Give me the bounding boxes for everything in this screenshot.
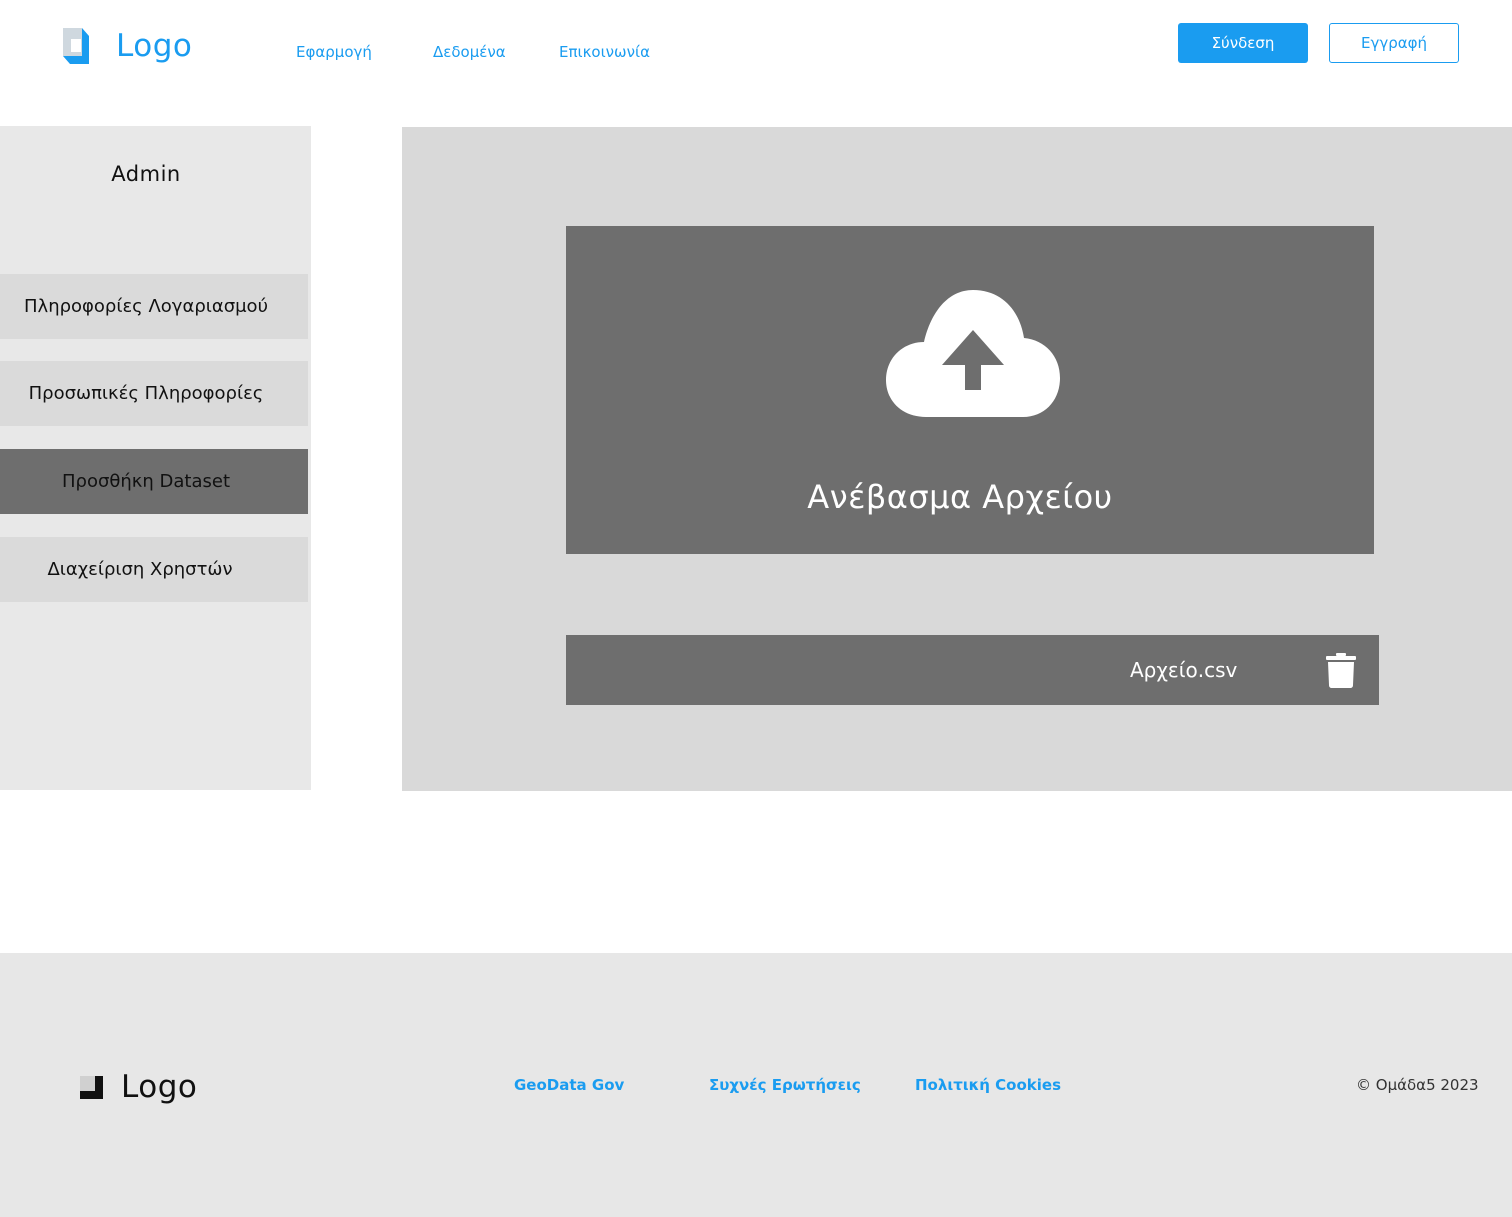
sidebar-item-account-info[interactable]: Πληροφορίες Λογαριασμού [0,274,308,339]
sidebar-item-add-dataset[interactable]: Προσθήκη Dataset [0,449,308,514]
sidebar-item-label: Προσθήκη Dataset [61,471,231,492]
main-panel: Ανέβασμα Αρχείου Αρχείο.csv [402,127,1512,791]
sidebar-item-label: Προσωπικές Πληροφορίες [28,383,264,404]
trash-icon[interactable] [1326,653,1356,688]
file-row: Αρχείο.csv [566,635,1379,705]
footer-link-cookies-policy[interactable]: Πολιτική Cookies [915,1076,1061,1094]
logo-text[interactable]: Logo [116,28,192,64]
nav-link-application[interactable]: Εφαρμογή [296,43,372,61]
sidebar-item-label: Διαχείριση Χρηστών [47,559,233,580]
nav-link-data[interactable]: Δεδομένα [433,43,506,61]
footer-logo-icon[interactable] [80,1076,103,1099]
upload-label: Ανέβασμα Αρχείου [807,478,1113,516]
sidebar: Admin Πληροφορίες Λογαριασμού Προσωπικές… [0,126,311,790]
sidebar-item-label: Πληροφορίες Λογαριασμού [24,296,268,317]
footer-link-faq[interactable]: Συχνές Ερωτήσεις [709,1076,861,1094]
footer-link-geodata-gov[interactable]: GeoData Gov [514,1076,624,1094]
register-button[interactable]: Εγγραφή [1329,23,1459,63]
footer: Logo GeoData Gov Συχνές Ερωτήσεις Πολιτι… [0,953,1512,1217]
footer-logo-text[interactable]: Logo [121,1069,197,1105]
logo-icon[interactable] [62,27,90,65]
nav-link-contact[interactable]: Επικοινωνία [559,43,650,61]
copyright: © Ομάδα5 2023 [1356,1076,1479,1094]
sidebar-item-user-management[interactable]: Διαχείριση Χρηστών [0,537,308,602]
cloud-upload-icon [886,290,1060,417]
upload-dropzone[interactable]: Ανέβασμα Αρχείου [566,226,1374,554]
sidebar-item-personal-info[interactable]: Προσωπικές Πληροφορίες [0,361,308,426]
sidebar-title: Admin [111,162,181,186]
file-name: Αρχείο.csv [1130,658,1238,682]
login-button[interactable]: Σύνδεση [1178,23,1308,63]
